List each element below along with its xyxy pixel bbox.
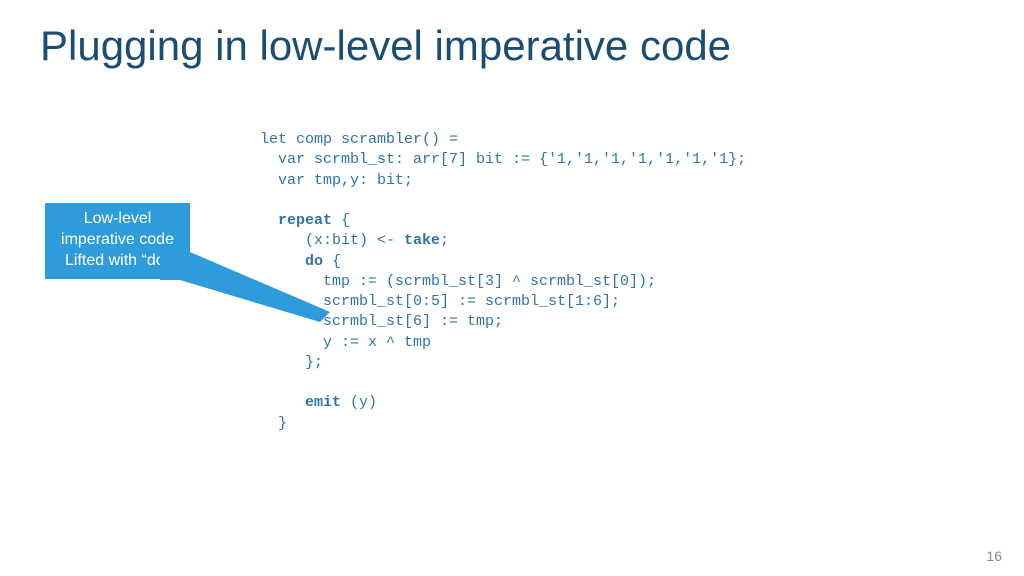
- callout-line: imperative code: [51, 230, 184, 251]
- code-line: emit (y): [260, 394, 377, 411]
- code-line: repeat {: [260, 212, 350, 229]
- slide-title: Plugging in low-level imperative code: [40, 22, 731, 70]
- code-line: do {: [260, 253, 341, 270]
- code-line: y := x ^ tmp: [260, 334, 431, 351]
- callout-line: Low-level: [51, 209, 184, 230]
- code-line: scrmbl_st[0:5] := scrmbl_st[1:6];: [260, 293, 620, 310]
- code-line: };: [260, 354, 323, 371]
- code-line: let comp scrambler() =: [260, 131, 458, 148]
- code-line: var tmp,y: bit;: [260, 172, 413, 189]
- code-line: (x:bit) <- take;: [260, 232, 449, 249]
- code-line: var scrmbl_st: arr[7] bit := {'1,'1,'1,'…: [260, 151, 746, 168]
- page-number: 16: [986, 548, 1002, 564]
- code-block: let comp scrambler() = var scrmbl_st: ar…: [260, 130, 746, 434]
- code-line: }: [260, 415, 287, 432]
- code-line: scrmbl_st[6] := tmp;: [260, 313, 503, 330]
- code-line: tmp := (scrmbl_st[3] ^ scrmbl_st[0]);: [260, 273, 656, 290]
